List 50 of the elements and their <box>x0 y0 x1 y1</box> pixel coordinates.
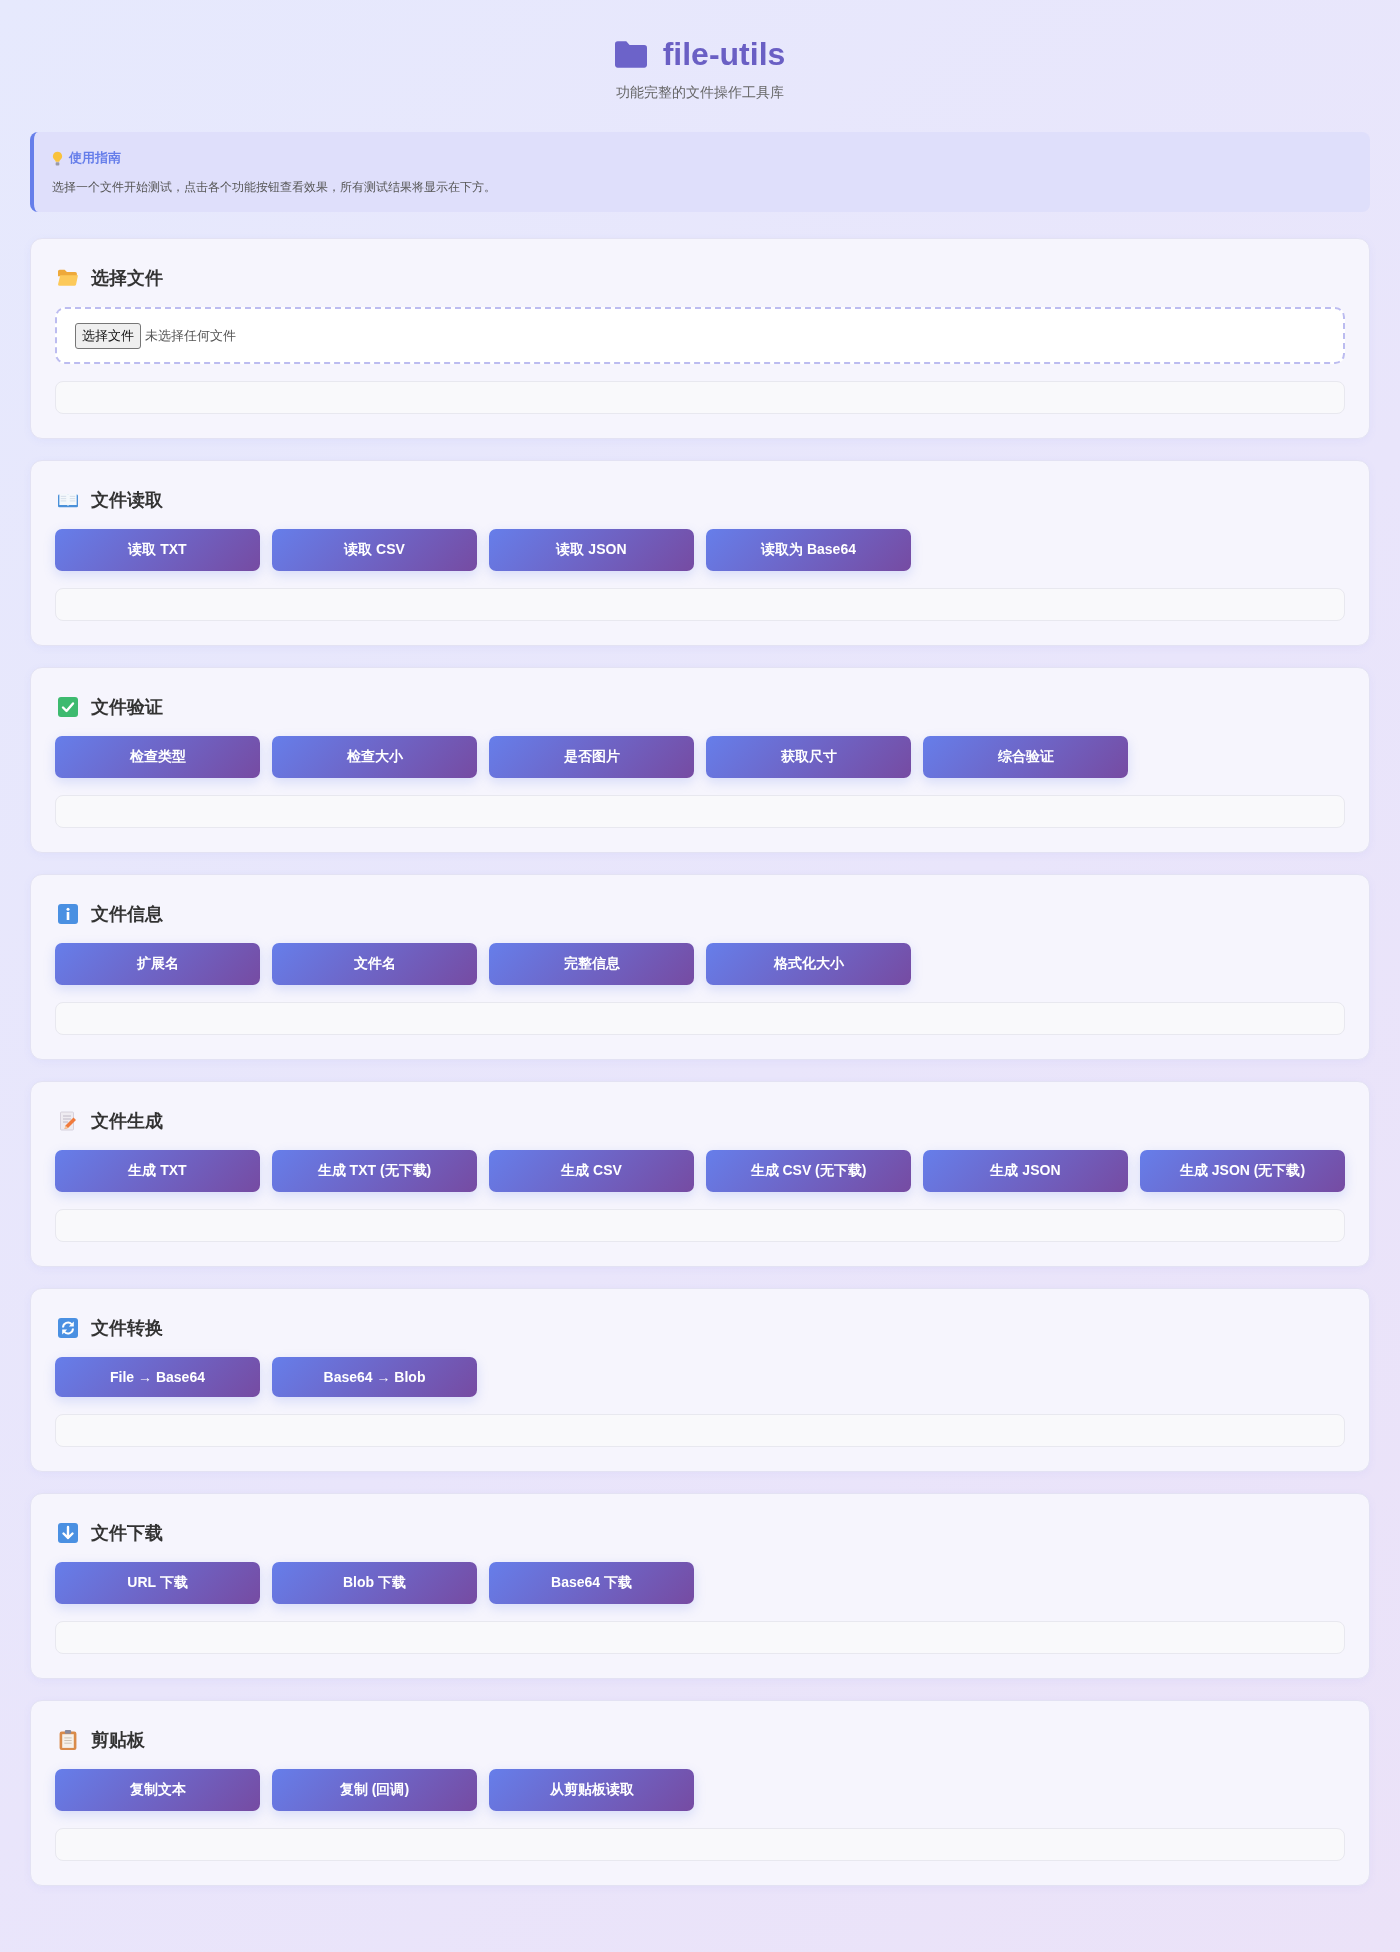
action-button[interactable]: 生成 CSV (无下载) <box>706 1150 911 1192</box>
action-button[interactable]: 生成 TXT (无下载) <box>272 1150 477 1192</box>
app-subtitle: 功能完整的文件操作工具库 <box>615 83 785 102</box>
action-button[interactable]: URL 下载 <box>55 1562 260 1604</box>
action-button[interactable]: File → Base64 <box>55 1357 260 1397</box>
action-button[interactable]: 复制文本 <box>55 1769 260 1811</box>
guide-title: 使用指南 <box>69 149 121 167</box>
section-title: 选择文件 <box>91 267 163 290</box>
folder-icon <box>614 40 647 68</box>
file-status-text: 未选择任何文件 <box>145 326 236 345</box>
action-button[interactable]: 生成 JSON <box>923 1150 1128 1192</box>
guide-text: 选择一个文件开始测试，点击各个功能按钮查看效果，所有测试结果将显示在下方。 <box>52 179 497 196</box>
section-title: 文件下载 <box>91 1522 163 1545</box>
section-title: 文件读取 <box>91 489 163 512</box>
file-input-area[interactable]: 选择文件 未选择任何文件 <box>55 307 1345 364</box>
action-button[interactable]: 从剪贴板读取 <box>489 1769 694 1811</box>
action-button[interactable]: 生成 CSV <box>489 1150 694 1192</box>
clipboard-icon <box>58 1730 78 1750</box>
light-bulb-icon <box>52 150 63 166</box>
action-button[interactable]: 生成 JSON (无下载) <box>1140 1150 1345 1192</box>
action-button[interactable]: 检查大小 <box>272 736 477 778</box>
circular-arrows-icon <box>58 1318 78 1338</box>
section-title: 文件生成 <box>91 1110 163 1133</box>
action-button[interactable]: Blob 下载 <box>272 1562 477 1604</box>
action-button[interactable]: 读取 CSV <box>272 529 477 571</box>
action-button[interactable]: 扩展名 <box>55 943 260 985</box>
action-button[interactable]: 复制 (回调) <box>272 1769 477 1811</box>
action-button[interactable]: 读取 JSON <box>489 529 694 571</box>
info-icon <box>58 904 78 924</box>
action-button[interactable]: Base64 → Blob <box>272 1357 477 1397</box>
action-button[interactable]: 文件名 <box>272 943 477 985</box>
action-button[interactable]: 读取为 Base64 <box>706 529 911 571</box>
action-button[interactable]: 生成 TXT <box>55 1150 260 1192</box>
open-folder-icon <box>58 268 78 288</box>
action-button[interactable]: 获取尺寸 <box>706 736 911 778</box>
action-button[interactable]: 读取 TXT <box>55 529 260 571</box>
checkbox-icon <box>58 697 78 717</box>
section-title: 文件信息 <box>91 903 163 926</box>
memo-icon <box>58 1111 78 1131</box>
app-title: file-utils <box>662 35 786 74</box>
action-button[interactable]: 检查类型 <box>55 736 260 778</box>
action-button[interactable]: 综合验证 <box>923 736 1128 778</box>
action-button[interactable]: Base64 下载 <box>489 1562 694 1604</box>
section-title: 文件验证 <box>91 696 163 719</box>
section-title: 文件转换 <box>91 1317 163 1340</box>
action-button[interactable]: 完整信息 <box>489 943 694 985</box>
action-button[interactable]: 是否图片 <box>489 736 694 778</box>
choose-file-button[interactable]: 选择文件 <box>75 322 141 349</box>
section-title: 剪贴板 <box>91 1729 145 1752</box>
action-button[interactable]: 格式化大小 <box>706 943 911 985</box>
